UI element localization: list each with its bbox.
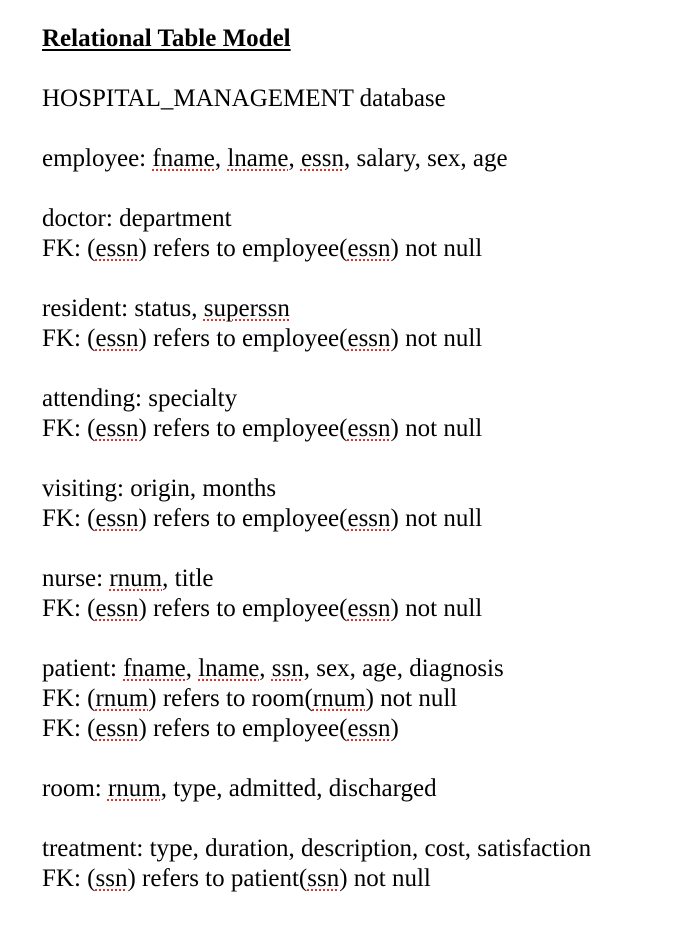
spellcheck-flagged-word: essn bbox=[347, 595, 391, 622]
spellcheck-flagged-word: essn bbox=[347, 415, 391, 442]
text-line: FK: (essn) refers to employee(essn) not … bbox=[42, 594, 482, 624]
text-line: FK: (essn) refers to employee(essn) not … bbox=[42, 234, 482, 264]
document-title: Relational Table Model bbox=[42, 25, 291, 52]
text-line: resident: status, superssn bbox=[42, 294, 290, 324]
spellcheck-flagged-word: fname bbox=[152, 145, 215, 172]
text-line: patient: fname, lname, ssn, sex, age, di… bbox=[42, 654, 504, 684]
text-run: ) refers to employee( bbox=[138, 415, 348, 442]
spellcheck-flagged-word: lname bbox=[198, 655, 260, 682]
text-line: attending: specialty bbox=[42, 384, 237, 414]
text-run: , sex, age, diagnosis bbox=[303, 655, 504, 682]
spellcheck-flagged-word: rnum bbox=[312, 685, 366, 712]
spellcheck-flagged-word: essn bbox=[347, 325, 391, 352]
text-run: ) refers to patient( bbox=[127, 865, 308, 892]
text-run: ) not null bbox=[390, 505, 483, 532]
text-run: ) not null bbox=[390, 415, 483, 442]
text-run: ) not null bbox=[365, 685, 458, 712]
text-run: ) refers to room( bbox=[148, 685, 313, 712]
text-line: FK: (essn) refers to employee(essn) not … bbox=[42, 504, 482, 534]
spellcheck-flagged-word: essn bbox=[95, 325, 139, 352]
spellcheck-flagged-word: essn bbox=[95, 415, 139, 442]
text-run: ) not null bbox=[390, 595, 483, 622]
spellcheck-flagged-word: fname bbox=[123, 655, 186, 682]
text-run: attending: specialty bbox=[42, 385, 238, 412]
spellcheck-flagged-word: essn bbox=[347, 235, 391, 262]
text-run: FK: ( bbox=[42, 415, 96, 442]
text-run: ) not null bbox=[390, 235, 483, 262]
text-line: FK: (essn) refers to employee(essn) bbox=[42, 714, 399, 744]
text-run: patient: bbox=[42, 655, 124, 682]
text-run: , type, admitted, discharged bbox=[160, 775, 437, 802]
spellcheck-flagged-word: essn bbox=[95, 235, 139, 262]
text-run: HOSPITAL_MANAGEMENT database bbox=[42, 85, 446, 112]
text-line: FK: (ssn) refers to patient(ssn) not nul… bbox=[42, 864, 431, 894]
text-line: treatment: type, duration, description, … bbox=[42, 834, 591, 864]
spellcheck-flagged-word: essn bbox=[95, 505, 139, 532]
text-run: FK: ( bbox=[42, 865, 96, 892]
spellcheck-flagged-word: superssn bbox=[203, 295, 290, 322]
text-run: nurse: bbox=[42, 565, 110, 592]
text-line: HOSPITAL_MANAGEMENT database bbox=[42, 84, 446, 114]
spellcheck-flagged-word: ssn bbox=[271, 655, 304, 682]
text-run: , bbox=[259, 655, 272, 682]
text-run: , bbox=[288, 145, 301, 172]
text-run: resident: status, bbox=[42, 295, 204, 322]
spellcheck-flagged-word: rnum bbox=[95, 685, 149, 712]
text-run: ) not null bbox=[339, 865, 431, 892]
document-page: Relational Table Model HOSPITAL_MANAGEME… bbox=[0, 0, 684, 944]
text-line: FK: (essn) refers to employee(essn) not … bbox=[42, 414, 482, 444]
text-run: doctor: department bbox=[42, 205, 232, 232]
text-line: nurse: rnum, title bbox=[42, 564, 214, 594]
spellcheck-flagged-word: essn bbox=[95, 595, 139, 622]
text-run: employee: bbox=[42, 145, 153, 172]
spellcheck-flagged-word: ssn bbox=[95, 865, 128, 892]
text-run: FK: ( bbox=[42, 715, 96, 742]
text-run: room: bbox=[42, 775, 108, 802]
text-run: FK: ( bbox=[42, 685, 96, 712]
spellcheck-flagged-word: rnum bbox=[109, 565, 163, 592]
spellcheck-flagged-word: essn bbox=[347, 505, 391, 532]
text-run: ) refers to employee( bbox=[138, 505, 348, 532]
text-line: room: rnum, type, admitted, discharged bbox=[42, 774, 437, 804]
text-run: , title bbox=[162, 565, 214, 592]
text-run: FK: ( bbox=[42, 505, 96, 532]
text-run: FK: ( bbox=[42, 325, 96, 352]
text-run: , bbox=[214, 145, 228, 172]
text-run: FK: ( bbox=[42, 235, 96, 262]
text-run: ) bbox=[390, 715, 399, 742]
text-run: ) refers to employee( bbox=[138, 235, 348, 262]
spellcheck-flagged-word: lname bbox=[227, 145, 289, 172]
spellcheck-flagged-word: rnum bbox=[107, 775, 161, 802]
text-line: FK: (essn) refers to employee(essn) not … bbox=[42, 324, 482, 354]
text-run: , bbox=[185, 655, 199, 682]
text-run: ) refers to employee( bbox=[138, 715, 348, 742]
text-line: doctor: department bbox=[42, 204, 232, 234]
text-run: treatment: type, duration, description, … bbox=[42, 835, 592, 862]
text-line: FK: (rnum) refers to room(rnum) not null bbox=[42, 684, 457, 714]
text-run: FK: ( bbox=[42, 595, 96, 622]
text-run: , salary, sex, age bbox=[344, 145, 508, 172]
spellcheck-flagged-word: essn bbox=[95, 715, 139, 742]
text-run: visiting: origin, months bbox=[42, 475, 277, 502]
text-line: employee: fname, lname, essn, salary, se… bbox=[42, 144, 508, 174]
text-run: ) not null bbox=[390, 325, 483, 352]
spellcheck-flagged-word: ssn bbox=[307, 865, 340, 892]
spellcheck-flagged-word: essn bbox=[300, 145, 345, 172]
text-run: ) refers to employee( bbox=[138, 595, 348, 622]
spellcheck-flagged-word: essn bbox=[347, 715, 391, 742]
text-line: visiting: origin, months bbox=[42, 474, 276, 504]
text-run: ) refers to employee( bbox=[138, 325, 348, 352]
